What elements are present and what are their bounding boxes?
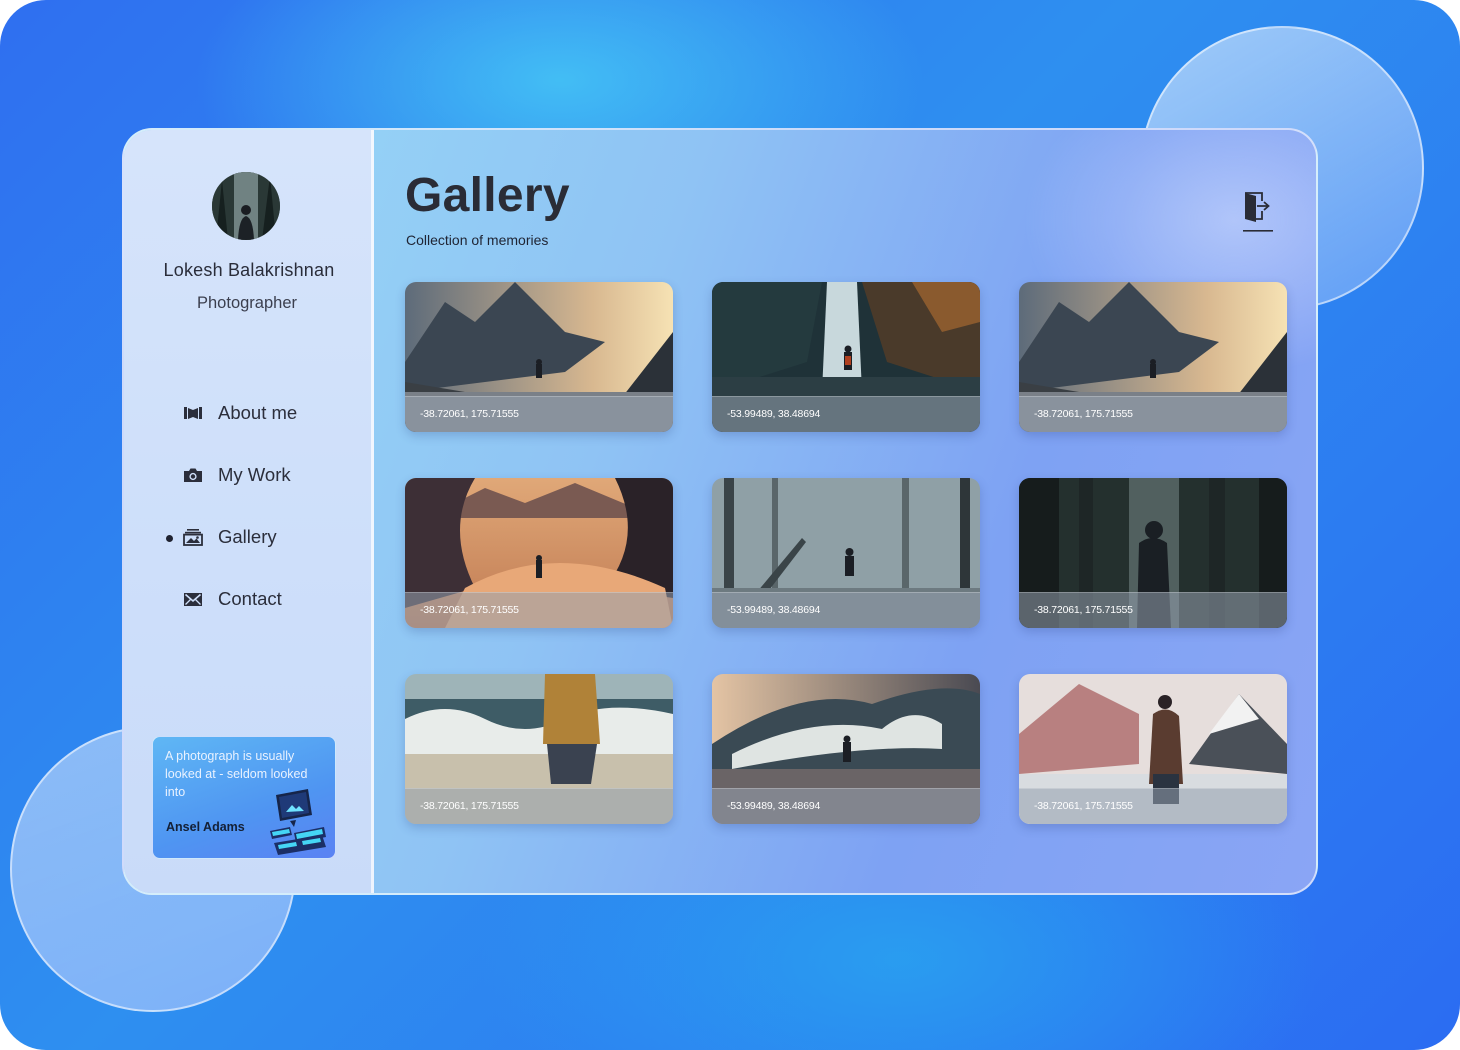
- envelope-icon: [182, 588, 204, 610]
- photo-coordinates: -38.72061, 175.71555: [420, 800, 519, 812]
- sidebar-item-label: Contact: [218, 588, 282, 609]
- sidebar-item-my-work[interactable]: My Work: [182, 460, 352, 490]
- gallery-photo[interactable]: -53.99489, 38.48694: [712, 478, 980, 628]
- avatar-image: [212, 172, 280, 240]
- photo-coordinates: -38.72061, 175.71555: [420, 604, 519, 616]
- gallery-photo[interactable]: -53.99489, 38.48694: [712, 282, 980, 432]
- sidebar-item-about-me[interactable]: About me: [182, 398, 352, 428]
- sidebar-item-label: Gallery: [218, 526, 277, 547]
- monitor-illustration-icon: [270, 789, 326, 855]
- gallery-icon: [182, 526, 204, 548]
- active-indicator: [166, 535, 173, 542]
- profile-name: Lokesh Balakrishnan: [163, 260, 335, 280]
- gallery-photo[interactable]: -53.99489, 38.48694: [712, 674, 980, 824]
- gallery-photo[interactable]: -38.72061, 175.71555: [405, 478, 673, 628]
- page-subtitle: Collection of memories: [406, 232, 549, 248]
- logout-button[interactable]: [1240, 190, 1274, 234]
- profile-role: Photographer: [197, 294, 297, 312]
- sidebar-item-gallery[interactable]: Gallery: [166, 522, 352, 552]
- gallery-photo[interactable]: -38.72061, 175.71555: [1019, 478, 1287, 628]
- gallery-grid: -38.72061, 175.71555 -53.99489, 38.48694: [405, 282, 1289, 825]
- camera-icon: [182, 464, 204, 486]
- quote-author: Ansel Adams: [166, 820, 245, 834]
- sidebar-item-contact[interactable]: Contact: [182, 584, 352, 614]
- sidebar-item-label: My Work: [218, 464, 291, 485]
- gallery-photo[interactable]: -38.72061, 175.71555: [405, 674, 673, 824]
- photo-coordinates: -53.99489, 38.48694: [727, 800, 821, 812]
- gallery-photo[interactable]: -38.72061, 175.71555: [1019, 282, 1287, 432]
- gallery-photo[interactable]: -38.72061, 175.71555: [1019, 674, 1287, 824]
- logout-icon: [1243, 192, 1273, 232]
- photo-coordinates: -38.72061, 175.71555: [1034, 408, 1133, 420]
- photo-coordinates: -38.72061, 175.71555: [1034, 800, 1133, 812]
- sidebar-item-label: About me: [218, 402, 298, 423]
- photo-coordinates: -38.72061, 175.71555: [1034, 604, 1133, 616]
- sidebar: Lokesh Balakrishnan Photographer About m…: [124, 130, 374, 893]
- quote-card: A photograph is usually looked at - seld…: [152, 736, 336, 859]
- photo-coordinates: -53.99489, 38.48694: [727, 408, 821, 420]
- page-title: Gallery: [405, 169, 570, 222]
- avatar[interactable]: [212, 172, 280, 240]
- book-icon: [182, 402, 204, 424]
- photo-coordinates: -53.99489, 38.48694: [727, 604, 821, 616]
- app-background: Lokesh Balakrishnan Photographer About m…: [0, 0, 1460, 1050]
- gallery-photo[interactable]: -38.72061, 175.71555: [405, 282, 673, 432]
- glass-panel: Lokesh Balakrishnan Photographer About m…: [122, 128, 1318, 895]
- photo-coordinates: -38.72061, 175.71555: [420, 408, 519, 420]
